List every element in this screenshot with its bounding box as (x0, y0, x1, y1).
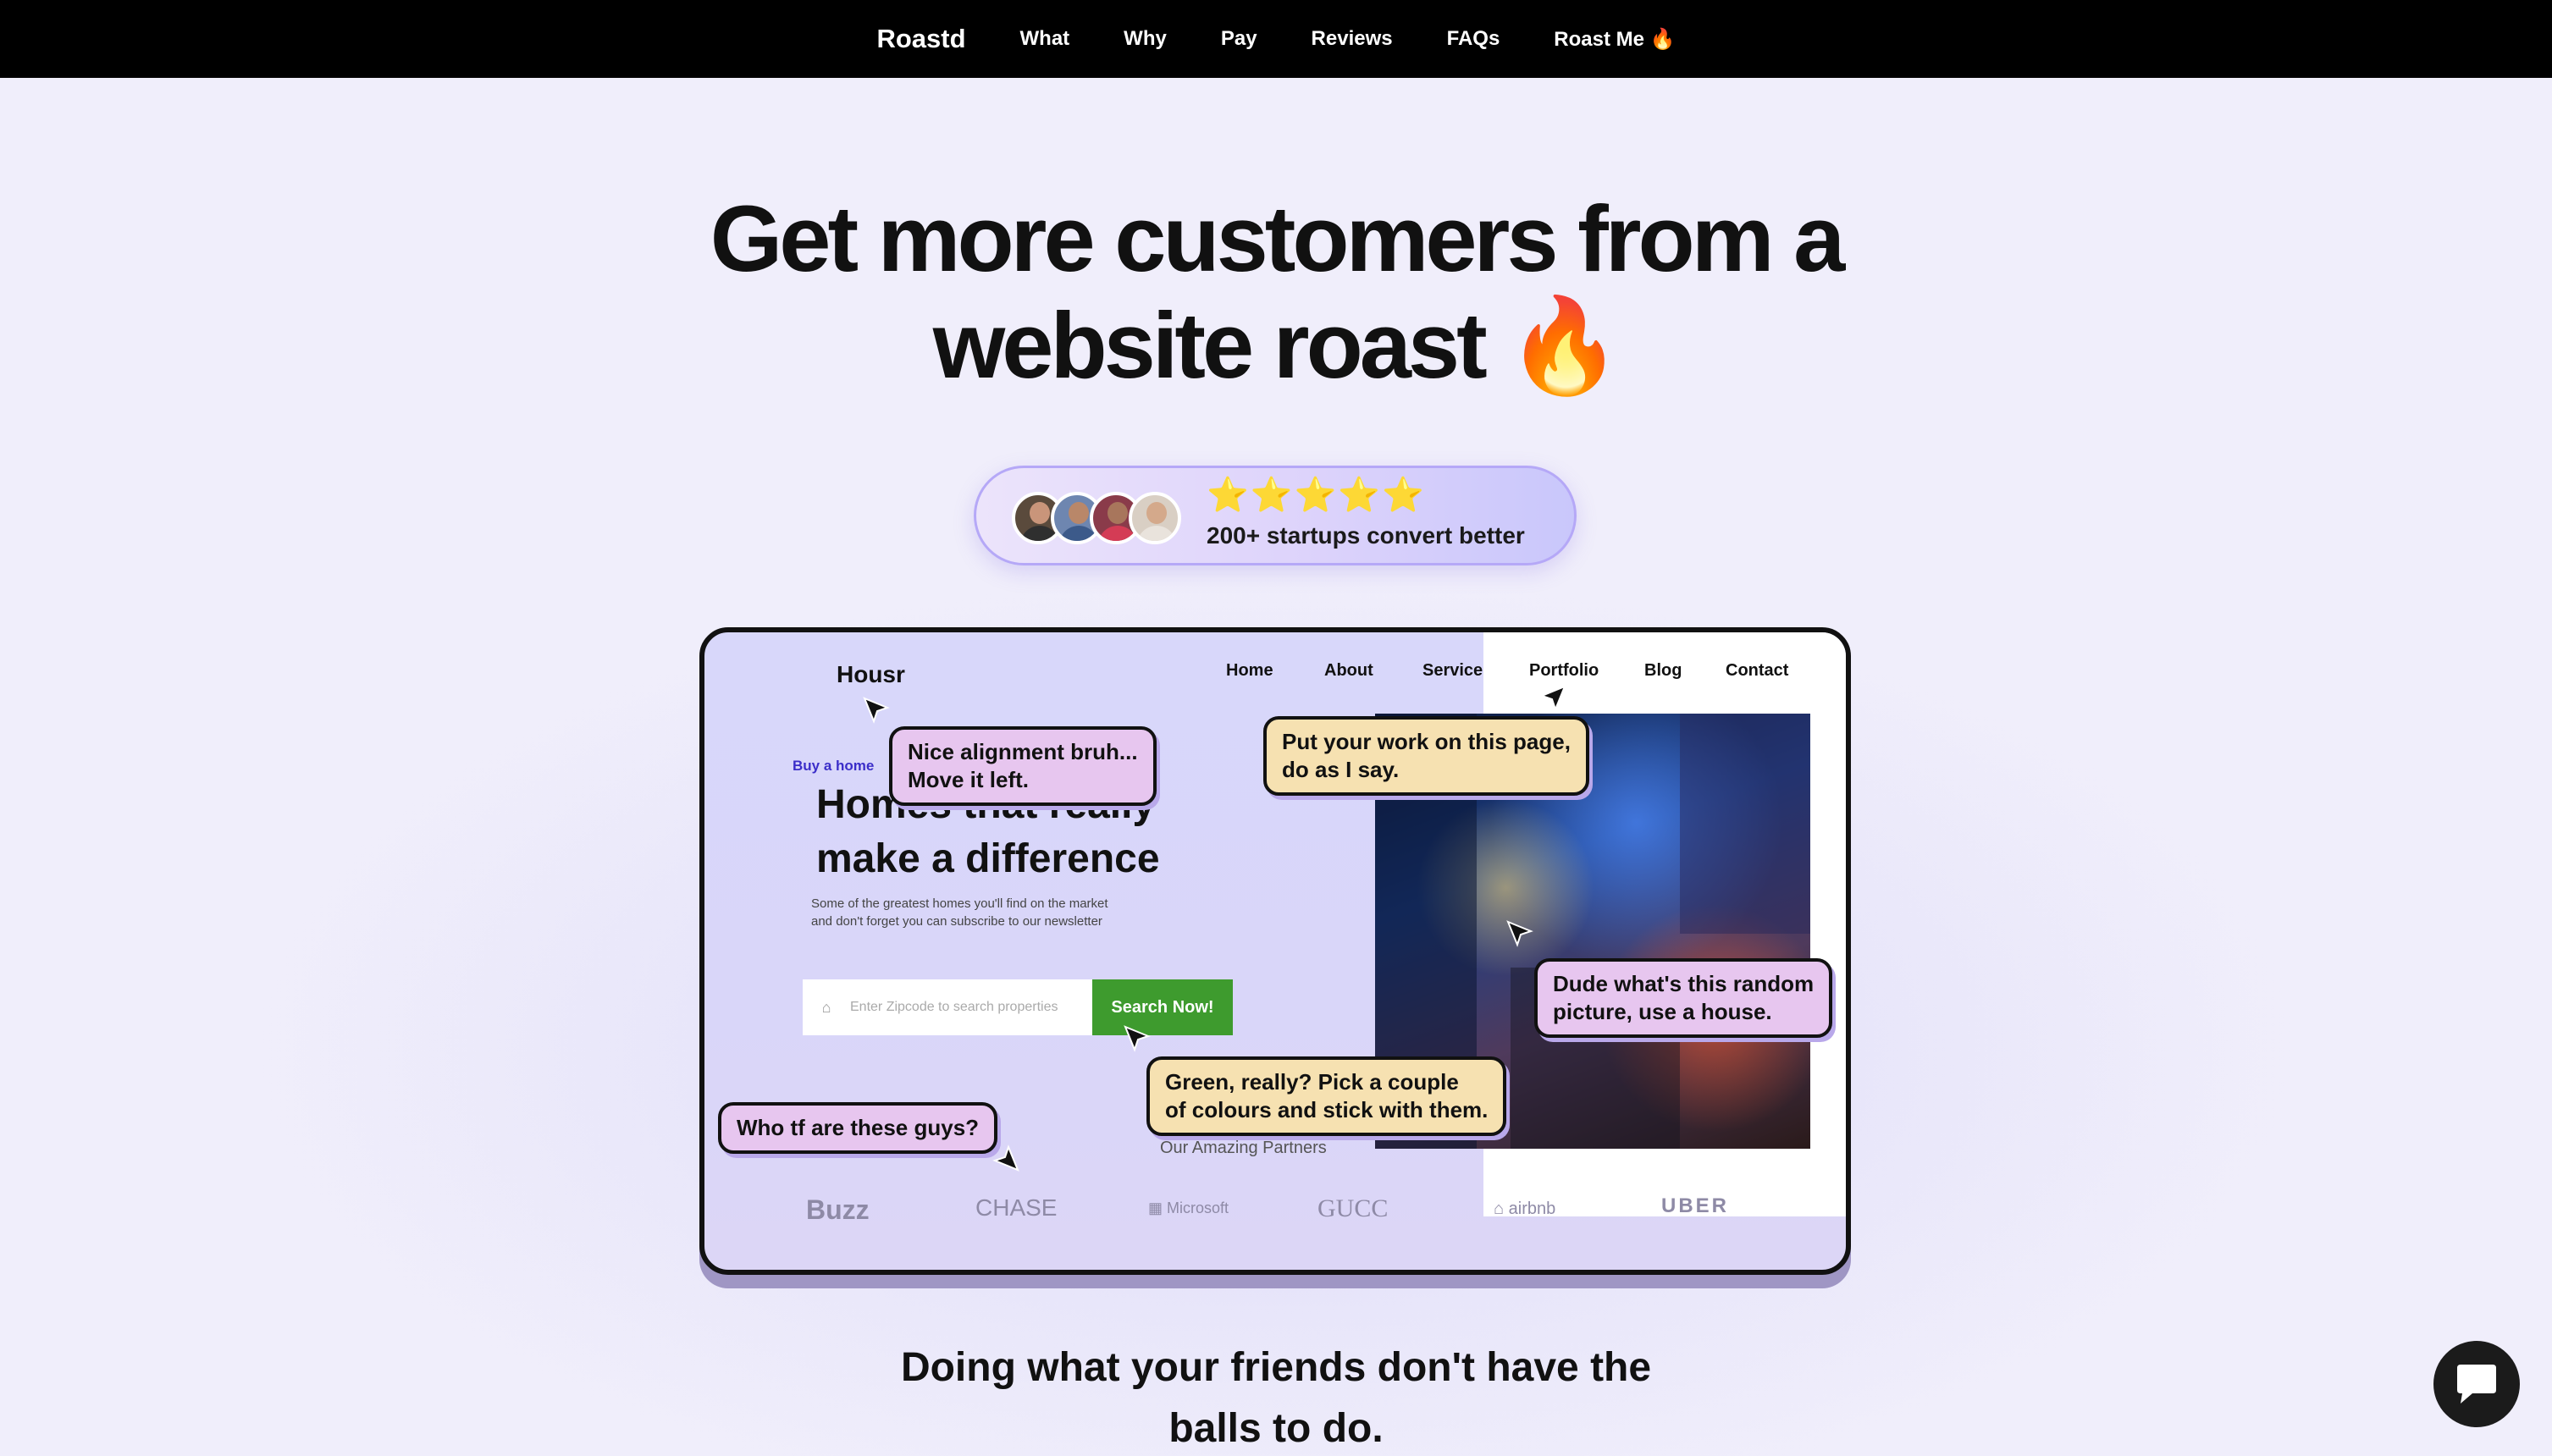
partner-logo-chase: CHASE (975, 1194, 1058, 1221)
mouse-pointer-icon (1539, 685, 1566, 712)
mockup-kicker: Buy a home (793, 758, 875, 774)
partner-logo-buzz: Buzz (806, 1194, 870, 1225)
nav-link-pay[interactable]: Pay (1221, 27, 1257, 51)
mockup-search-input: ⌂ Enter Zipcode to search properties (803, 979, 1092, 1035)
mockup-search-button: Search Now! (1092, 979, 1233, 1035)
mockup-logo: Housr (837, 661, 905, 687)
chat-launcher-button[interactable] (2433, 1341, 2520, 1427)
mockup-headline-line-2: make a difference (816, 836, 1160, 881)
mouse-pointer-icon (1124, 1025, 1151, 1052)
nav-link-roast-me[interactable]: Roast Me 🔥 (1554, 27, 1675, 52)
five-star-rating-icon: ⭐⭐⭐⭐⭐ (1207, 477, 1427, 514)
social-proof-text: 200+ startups convert better (1207, 522, 1525, 549)
roast-bubble-picture: Dude what's this random picture, use a h… (1534, 958, 1833, 1038)
hero-title: Get more customers from a website roast … (0, 186, 2552, 400)
avatar (1129, 492, 1181, 544)
roast-bubble-partners: Who tf are these guys? (718, 1102, 998, 1154)
mockup-nav-home: Home (1226, 661, 1273, 680)
mouse-pointer-icon (1506, 920, 1533, 947)
partner-logo-uber: UBER (1661, 1194, 1730, 1217)
nav-link-what[interactable]: What (1020, 27, 1070, 51)
top-navbar: Roastd What Why Pay Reviews FAQs Roast M… (0, 0, 2552, 78)
nav-link-why[interactable]: Why (1124, 27, 1167, 51)
nav-link-reviews[interactable]: Reviews (1312, 27, 1393, 51)
mockup-search-placeholder: Enter Zipcode to search properties (850, 1000, 1058, 1014)
mockup-nav-portfolio: Portfolio (1529, 661, 1599, 680)
partner-logo-row: Buzz CHASE ▦ Microsoft GUCC ⌂ airbnb UBE… (806, 1194, 1737, 1237)
roast-bubble-alignment: Nice alignment bruh... Move it left. (889, 726, 1157, 806)
partner-logo-microsoft: ▦ Microsoft (1148, 1200, 1229, 1216)
roast-bubble-green: Green, really? Pick a couple of colours … (1146, 1056, 1507, 1136)
mouse-pointer-icon (992, 1144, 1019, 1172)
mockup-nav-contact: Contact (1726, 661, 1789, 680)
mockup-partners-label: Our Amazing Partners (1160, 1139, 1327, 1157)
hero-title-line-1: Get more customers from a (710, 187, 1846, 291)
brand-logo[interactable]: Roastd (876, 24, 965, 54)
mockup-nav-blog: Blog (1644, 661, 1682, 680)
partner-logo-airbnb: ⌂ airbnb (1494, 1200, 1556, 1218)
mockup-subtext: Some of the greatest homes you'll find o… (811, 896, 1108, 929)
chat-bubble-icon (2457, 1365, 2496, 1404)
hero-title-line-2: website roast 🔥 (932, 294, 1623, 398)
home-icon: ⌂ (821, 998, 831, 1016)
mockup-nav-about: About (1324, 661, 1373, 680)
nav-link-faqs[interactable]: FAQs (1447, 27, 1500, 51)
roast-bubble-portfolio: Put your work on this page, do as I say. (1263, 716, 1589, 796)
mouse-pointer-icon (863, 697, 890, 724)
partner-logo-gucci: GUCC (1317, 1194, 1389, 1222)
mockup-nav-service: Service (1422, 661, 1483, 680)
social-proof-badge: ⭐⭐⭐⭐⭐ 200+ startups convert better (974, 466, 1577, 565)
section-heading: Doing what your friends don't have the b… (0, 1337, 2552, 1456)
section-heading-line-1: Doing what your friends don't have the (900, 1345, 1652, 1390)
section-heading-line-2: balls to do. (1168, 1406, 1384, 1451)
